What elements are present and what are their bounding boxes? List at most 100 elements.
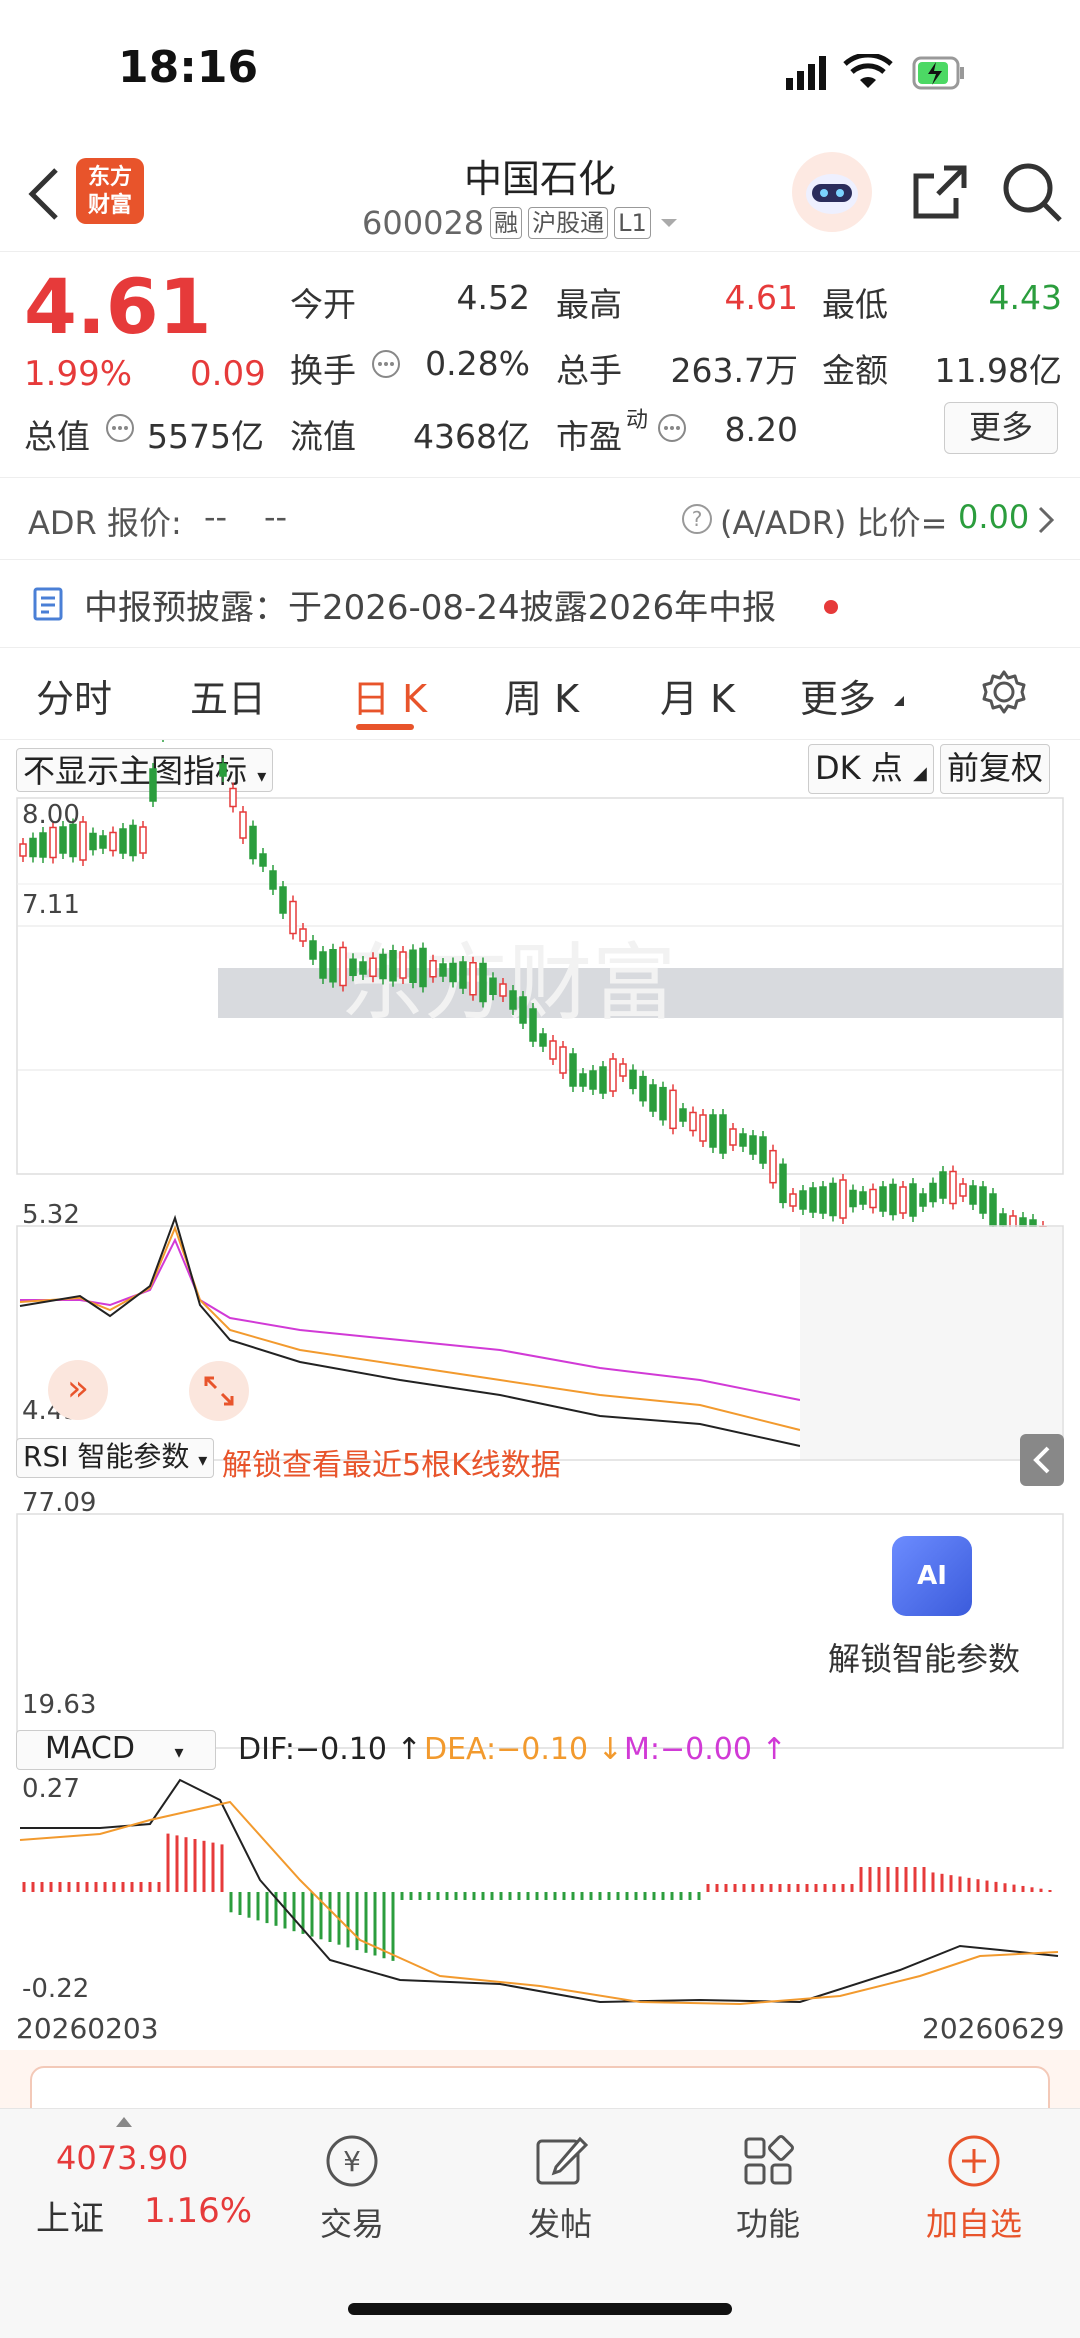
status-icons xyxy=(786,54,964,90)
tab-weekly-k[interactable]: 周 K xyxy=(504,668,579,723)
candle xyxy=(419,947,427,988)
rsi-y-max: 77.09 xyxy=(22,1488,97,1518)
info-dots-icon[interactable] xyxy=(370,348,402,380)
rsi-line-mid xyxy=(19,1225,801,1431)
candle xyxy=(339,946,347,987)
tab-5day[interactable]: 五日 xyxy=(190,668,266,723)
nav-add-watchlist[interactable]: 加自选 xyxy=(904,2123,1044,2245)
ai-badge-icon[interactable]: AI xyxy=(892,1536,972,1616)
nav-trade[interactable]: ¥ 交易 xyxy=(282,2123,422,2245)
candle xyxy=(269,870,277,890)
chevron-right-icon[interactable] xyxy=(1036,504,1056,536)
candle xyxy=(839,1179,847,1219)
info-dots-icon[interactable] xyxy=(656,412,688,444)
chart-area: 不显示主图指标 ▾ DK 点 ◢ 前复权 东方财富 8.00 7.11 5.32… xyxy=(0,740,1080,2050)
corner-arrow-icon xyxy=(894,696,904,706)
index-pct[interactable]: 1.16% xyxy=(144,2191,252,2231)
tab-intraday[interactable]: 分时 xyxy=(36,668,112,723)
index-value[interactable]: 4073.90 xyxy=(56,2139,188,2177)
kline-chart-svg[interactable]: 东方财富 xyxy=(0,740,1080,2050)
candle xyxy=(469,962,477,996)
collapse-panel-icon[interactable] xyxy=(1020,1434,1064,1486)
macd-select[interactable]: MACD ▾ xyxy=(16,1730,216,1770)
status-bar: 18:16 xyxy=(0,0,1080,140)
nav-bar: 东方 财富 中国石化 600028 融 沪股通 L1 xyxy=(0,140,1080,252)
candle xyxy=(779,1163,787,1204)
adr-value-1: -- xyxy=(204,498,228,536)
candle xyxy=(669,1089,677,1130)
candle xyxy=(899,1186,907,1214)
rsi-select[interactable]: RSI 智能参数 ▾ xyxy=(16,1438,215,1478)
candle xyxy=(979,1186,987,1214)
low-label: 最低 xyxy=(822,285,888,324)
ai-unlock-label[interactable]: 解锁智能参数 xyxy=(828,1634,1020,1680)
rsi-unlock-link[interactable]: 解锁查看最近5根K线数据 xyxy=(222,1440,561,1484)
candle xyxy=(239,811,247,839)
candle xyxy=(379,953,387,980)
candle xyxy=(749,1135,757,1155)
expand-left-button[interactable]: » xyxy=(48,1360,108,1420)
nav-functions[interactable]: 功能 xyxy=(698,2123,838,2245)
search-icon[interactable] xyxy=(1000,160,1064,224)
candle xyxy=(529,1008,537,1042)
candle xyxy=(729,1128,737,1146)
up-triangle-icon xyxy=(116,2117,132,2127)
tab-daily-k[interactable]: 日 K xyxy=(352,668,427,723)
share-icon[interactable] xyxy=(910,162,970,222)
candle xyxy=(819,1186,827,1214)
watermark: 东方财富 xyxy=(340,934,676,1032)
candle xyxy=(519,996,527,1024)
turnover-label: 换手 xyxy=(290,351,356,390)
candle xyxy=(429,960,437,978)
amount-value: 11.98亿 xyxy=(934,351,1062,390)
nav-post[interactable]: 发帖 xyxy=(490,2123,630,2245)
candle xyxy=(319,951,327,979)
candle xyxy=(369,957,377,977)
volume-value: 263.7万 xyxy=(670,351,798,390)
index-name[interactable]: 上证 xyxy=(36,2191,104,2240)
float-value: 4368亿 xyxy=(413,417,530,456)
trade-icon: ¥ xyxy=(326,2135,378,2187)
candle xyxy=(629,1069,637,1090)
candle xyxy=(719,1114,727,1154)
tag-connect: 沪股通 xyxy=(528,207,609,239)
svg-text:¥: ¥ xyxy=(343,2145,361,2178)
more-button[interactable]: 更多 xyxy=(944,402,1058,454)
candle xyxy=(809,1187,817,1213)
help-icon[interactable]: ? xyxy=(680,502,714,536)
add-circle-icon xyxy=(948,2135,1000,2187)
pe-sup: 动 xyxy=(626,408,649,433)
candle xyxy=(659,1086,667,1121)
high-label: 最高 xyxy=(556,285,622,324)
macd-y-max: 0.27 xyxy=(22,1774,80,1804)
candle xyxy=(609,1058,617,1092)
candle xyxy=(549,1040,557,1060)
candle xyxy=(799,1190,807,1210)
candle xyxy=(849,1189,857,1208)
candle xyxy=(969,1185,977,1205)
report-notice[interactable]: 中报预披露：于2026-08-24披露2026年中报 xyxy=(0,560,1080,648)
stock-code-row: 600028 融 沪股通 L1 xyxy=(362,204,681,242)
fullscreen-button[interactable] xyxy=(188,1360,250,1422)
macd-y-min: -0.22 xyxy=(22,1974,90,2004)
macd-dea: DEA:−0.10 ↓ xyxy=(424,1732,623,1767)
tab-more[interactable]: 更多 xyxy=(800,668,876,723)
candle xyxy=(249,825,257,860)
mktcap-value: 5575亿 xyxy=(147,417,264,456)
candle xyxy=(89,832,97,851)
chevron-down-icon[interactable] xyxy=(657,215,681,231)
candle xyxy=(279,886,287,914)
candle xyxy=(489,977,497,995)
turnover-value: 0.28% xyxy=(425,344,530,383)
gear-icon[interactable] xyxy=(980,668,1028,716)
y-label-3: 5.32 xyxy=(22,1200,80,1230)
status-time: 18:16 xyxy=(118,42,259,93)
candle xyxy=(649,1084,657,1112)
rsi-line-short xyxy=(19,1214,801,1447)
tab-indicator xyxy=(356,724,414,730)
candle xyxy=(569,1053,577,1087)
tab-monthly-k[interactable]: 月 K xyxy=(660,668,735,723)
candle xyxy=(909,1183,917,1217)
robot-avatar-icon[interactable] xyxy=(790,150,874,234)
macd-dif: DIF:−0.10 ↑ xyxy=(238,1732,422,1767)
